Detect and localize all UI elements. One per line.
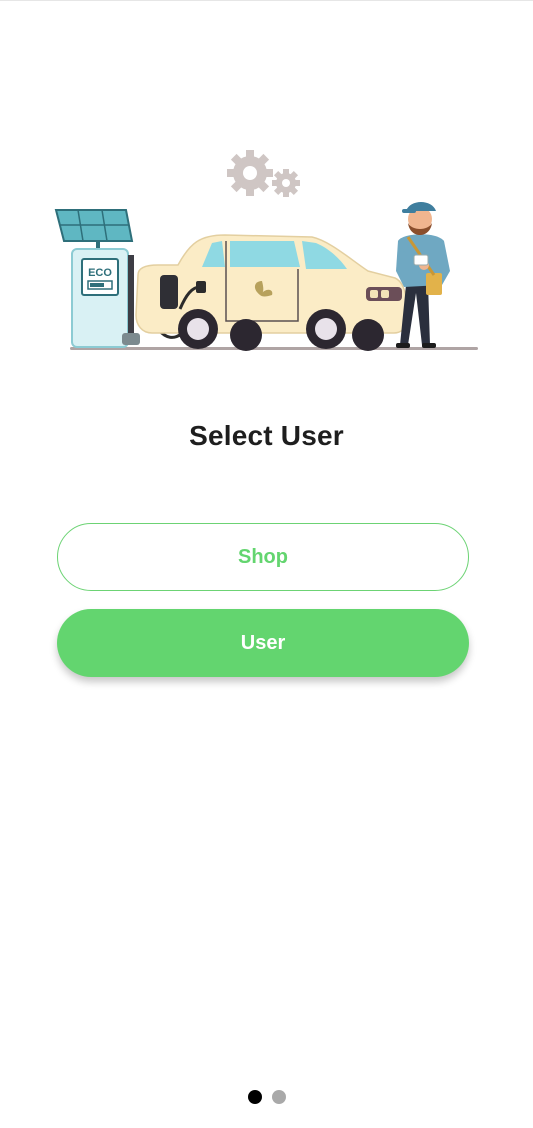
user-button[interactable]: User [57, 609, 469, 677]
page-indicator [0, 1090, 533, 1104]
small-gear-icon [272, 169, 300, 197]
svg-text:ECO: ECO [88, 267, 112, 279]
solar-panel-icon [54, 209, 134, 253]
car-icon [135, 234, 407, 351]
gear-icon [227, 150, 273, 196]
person-icon [396, 202, 450, 348]
page-title: Select User [189, 420, 344, 451]
top-divider [0, 0, 533, 1]
charging-station-icon: ECO [71, 248, 140, 348]
page-dot-active[interactable] [247, 1090, 262, 1104]
ev-charging-illustration: ECO [54, 150, 478, 351]
page-dot-inactive[interactable] [271, 1090, 286, 1104]
select-user-screen: ECO Select User Shop User [0, 0, 533, 1128]
shop-button[interactable]: Shop [57, 523, 469, 591]
